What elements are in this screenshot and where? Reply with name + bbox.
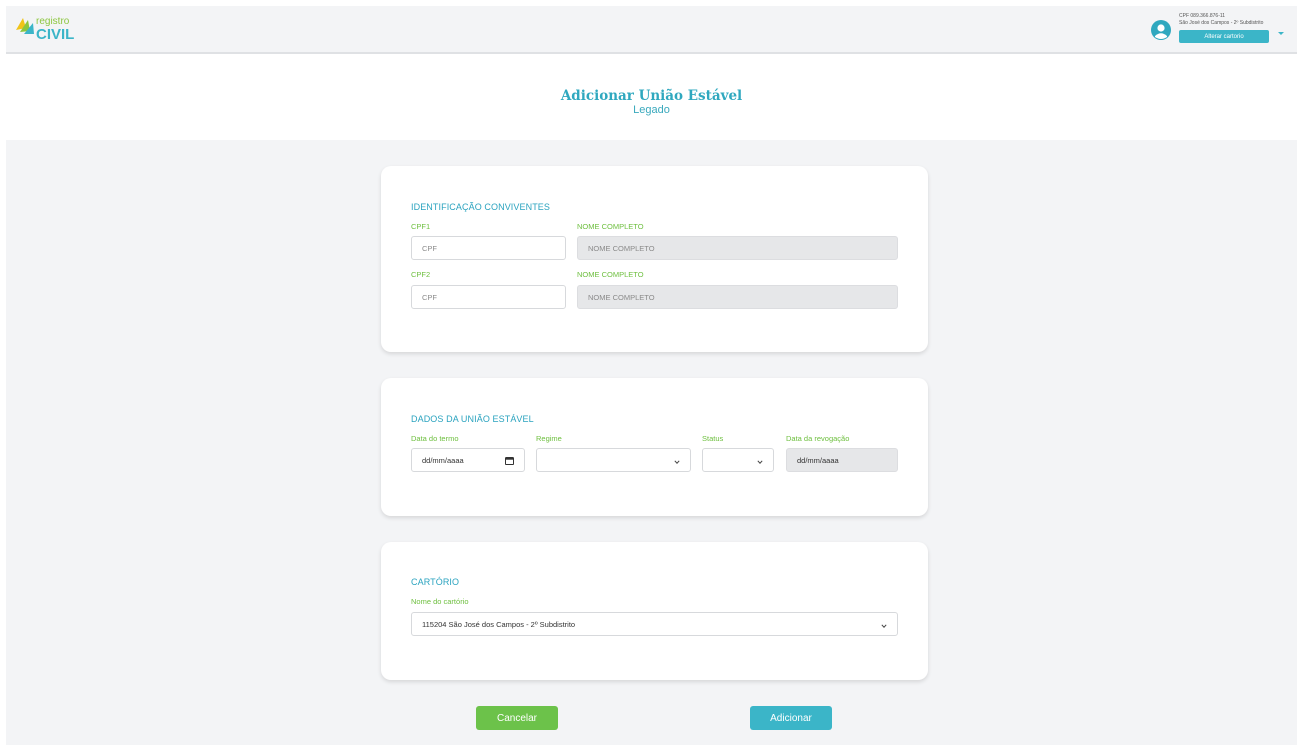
user-avatar-icon[interactable]	[1151, 20, 1171, 40]
chevron-down-icon	[674, 458, 680, 464]
svg-text:CIVIL: CIVIL	[36, 26, 74, 42]
data-termo-label: Data do termo	[411, 434, 459, 443]
data-revogacao-field: dd/mm/aaaa	[786, 448, 898, 472]
calendar-icon[interactable]	[505, 456, 514, 465]
cpf2-placeholder: CPF	[422, 292, 437, 302]
user-menu[interactable]: CPF 089.366.876-11 São José dos Campos -…	[1151, 10, 1291, 50]
cpf2-input[interactable]: CPF	[411, 285, 566, 309]
cpf1-label: CPF1	[411, 222, 431, 231]
nome-cartorio-label: Nome do cartório	[411, 597, 469, 606]
cartorio-section-title: CARTÓRIO	[411, 577, 460, 587]
add-button[interactable]: Adicionar	[750, 706, 832, 730]
registro-civil-logo[interactable]: registro CIVIL	[14, 12, 74, 43]
top-header: registro CIVIL CPF 089.366.876-11 São Jo…	[6, 6, 1297, 54]
identificacao-section-title: IDENTIFICAÇÃO CONVIVENTES	[411, 202, 551, 212]
data-revogacao-label: Data da revogação	[786, 434, 850, 443]
nome2-label: NOME COMPLETO	[577, 270, 644, 279]
user-cpf: CPF 089.366.876-11	[1179, 13, 1226, 19]
user-cartorio: São José dos Campos - 2º Subdistrito	[1179, 20, 1264, 26]
page-subtitle: Legado	[633, 104, 670, 116]
dados-uniao-card: DADOS DA UNIÃO ESTÁVEL Data do termo Reg…	[381, 378, 928, 516]
status-select[interactable]	[702, 448, 774, 472]
identificacao-card: IDENTIFICAÇÃO CONVIVENTES CPF1 NOME COMP…	[381, 166, 928, 352]
nome2-field: NOME COMPLETO	[577, 285, 898, 309]
app-frame: registro CIVIL CPF 089.366.876-11 São Jo…	[6, 6, 1297, 745]
title-band: Adicionar União Estável Legado	[6, 54, 1297, 140]
nome-cartorio-select[interactable]: 115204 São José dos Campos - 2º Subdistr…	[411, 612, 898, 636]
data-termo-value: dd/mm/aaaa	[422, 455, 464, 465]
cartorio-card: CARTÓRIO Nome do cartório 115204 São Jos…	[381, 542, 928, 680]
cpf1-input[interactable]: CPF	[411, 236, 566, 260]
cpf1-placeholder: CPF	[422, 243, 437, 253]
change-cartorio-button[interactable]: Alterar cartorio	[1179, 30, 1269, 43]
regime-select[interactable]	[536, 448, 691, 472]
cancel-button[interactable]: Cancelar	[476, 706, 558, 730]
data-revogacao-value: dd/mm/aaaa	[797, 455, 839, 465]
nome2-placeholder: NOME COMPLETO	[588, 292, 655, 302]
status-label: Status	[702, 434, 724, 443]
chevron-down-icon	[757, 458, 763, 464]
page-title: Adicionar União Estável	[560, 88, 743, 104]
chevron-down-icon	[881, 622, 887, 628]
dados-section-title: DADOS DA UNIÃO ESTÁVEL	[411, 414, 534, 424]
regime-label: Regime	[536, 434, 562, 443]
nome1-field: NOME COMPLETO	[577, 236, 898, 260]
chevron-down-icon[interactable]	[1277, 24, 1285, 35]
nome1-label: NOME COMPLETO	[577, 222, 644, 231]
data-termo-input[interactable]: dd/mm/aaaa	[411, 448, 525, 472]
nome1-placeholder: NOME COMPLETO	[588, 243, 655, 253]
cpf2-label: CPF2	[411, 270, 431, 279]
nome-cartorio-value: 115204 São José dos Campos - 2º Subdistr…	[422, 619, 576, 629]
